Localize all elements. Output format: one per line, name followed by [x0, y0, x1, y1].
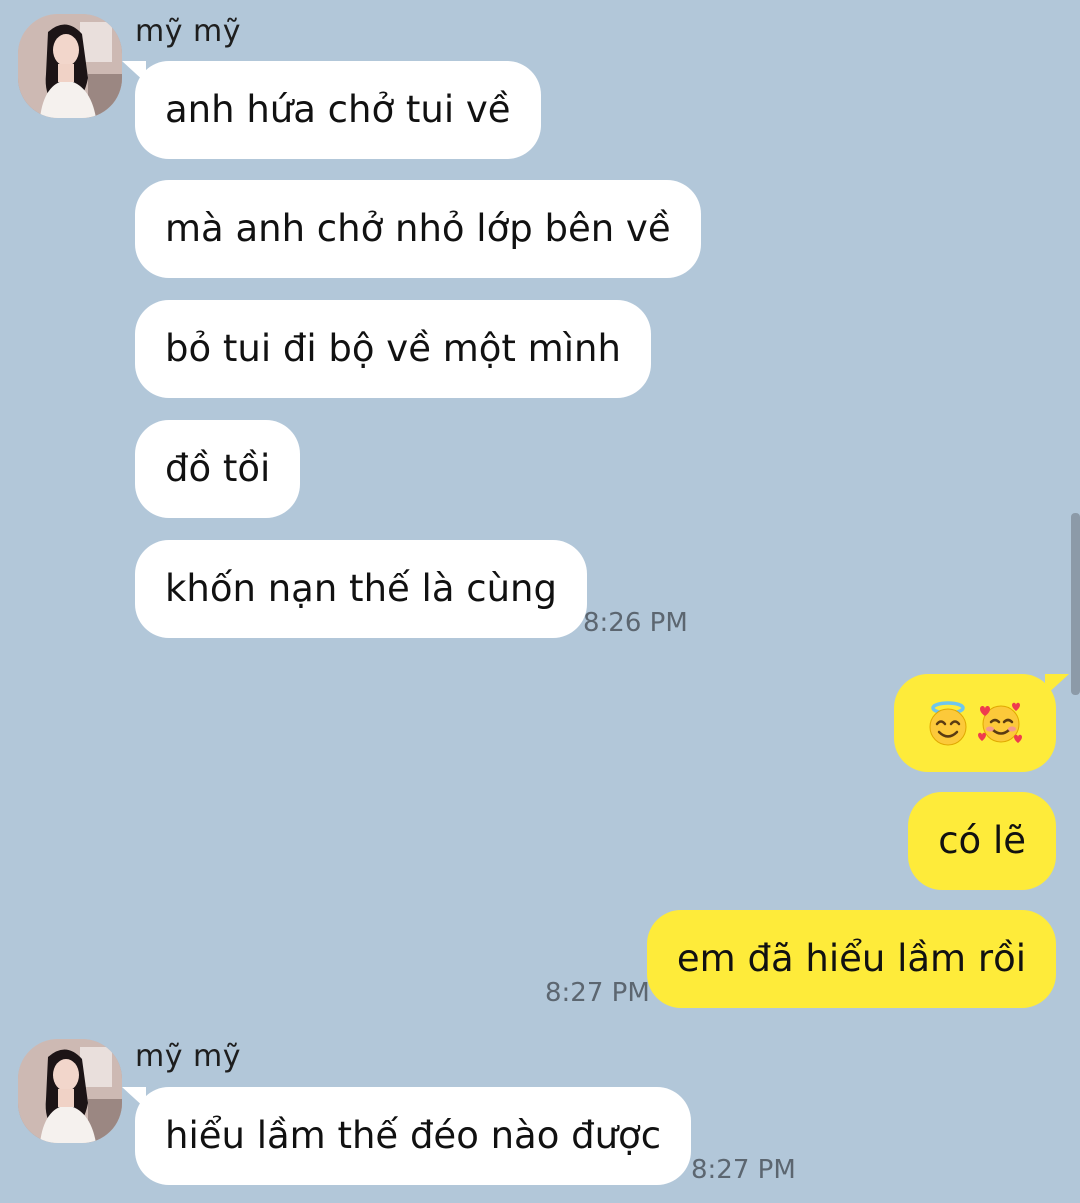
message-text: đồ tồi	[165, 447, 271, 490]
bubble-tail	[122, 61, 146, 83]
bubble-tail	[1045, 674, 1069, 696]
message-text: anh hứa chở tui về	[165, 88, 511, 131]
message-timestamp: 8:27 PM	[545, 978, 650, 1008]
smiling-face-with-hearts-icon	[976, 699, 1026, 747]
message-text: hiểu lầm thế đéo nào được	[165, 1114, 662, 1157]
avatar[interactable]	[18, 1039, 122, 1143]
message-bubble[interactable]: có lẽ	[908, 792, 1056, 890]
message-text: có lẽ	[938, 819, 1026, 862]
message-text: em đã hiểu lầm rồi	[676, 937, 1026, 980]
message-bubble[interactable]: em đã hiểu lầm rồi	[646, 910, 1056, 1008]
message-bubble[interactable]: đồ tồi	[135, 420, 301, 518]
message-timestamp: 8:27 PM	[691, 1155, 796, 1185]
emoji-message-bubble[interactable]	[894, 674, 1069, 772]
message-timestamp: 8:26 PM	[583, 608, 688, 638]
scrollbar[interactable]	[1071, 513, 1080, 695]
message-bubble[interactable]: bỏ tui đi bộ về một mình	[135, 300, 651, 398]
message-text: khốn nạn thế là cùng	[165, 567, 557, 610]
message-bubble[interactable]: hiểu lầm thế đéo nào được	[122, 1087, 692, 1185]
message-text: mà anh chở nhỏ lớp bên về	[165, 207, 671, 250]
message-bubble[interactable]: khốn nạn thế là cùng	[135, 540, 587, 638]
message-bubble[interactable]: anh hứa chở tui về	[122, 61, 541, 159]
bubble-tail	[122, 1087, 146, 1109]
sender-name: mỹ mỹ	[135, 1039, 241, 1074]
message-bubble[interactable]: mà anh chở nhỏ lớp bên về	[135, 180, 701, 278]
avatar[interactable]	[18, 14, 122, 118]
smiling-face-with-halo-icon	[924, 699, 972, 747]
sender-name: mỹ mỹ	[135, 14, 241, 49]
message-text: bỏ tui đi bộ về một mình	[165, 327, 621, 370]
